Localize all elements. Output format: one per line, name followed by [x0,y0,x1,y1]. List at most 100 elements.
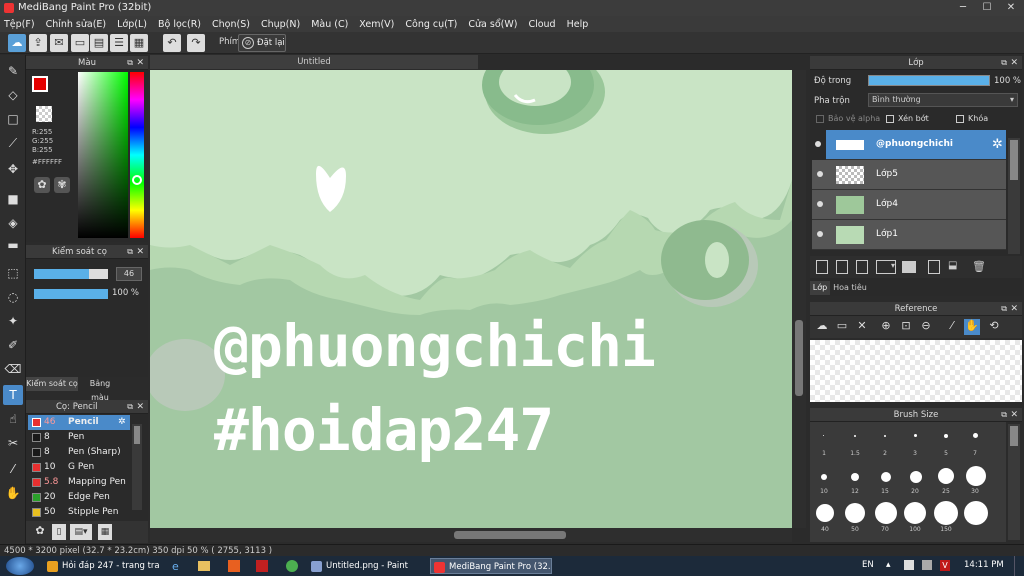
new-8bit-layer-icon[interactable] [856,260,868,274]
folder-icon[interactable] [902,261,916,273]
brush-size-dot[interactable] [854,435,856,437]
menu-cloud[interactable]: Cloud [528,19,555,30]
menu-color[interactable]: Màu (C) [311,19,348,30]
hand-icon[interactable]: ✋ [964,319,980,335]
menu-file[interactable]: Tệp(F) [4,19,35,30]
panel-close-icon[interactable]: ✕ [136,400,144,414]
menu-capture[interactable]: Chụp(N) [261,19,300,30]
brush-size-dot[interactable] [904,502,926,524]
brush-size-dot[interactable] [944,434,948,438]
brush-size-dot[interactable] [851,473,859,481]
eraser-tool-icon[interactable]: ◇ [3,85,23,105]
brush-settings-gear-icon[interactable]: ✲ [118,415,126,430]
layer-list-scrollbar[interactable] [1008,138,1020,254]
hue-slider[interactable] [130,72,144,238]
float-icon[interactable]: ⧉ [1001,408,1007,422]
menu-view[interactable]: Xem(V) [359,19,394,30]
brush-size-dot[interactable] [821,474,827,480]
tab-brush-control[interactable]: Kiểm soát cọ [26,377,78,391]
new-halftone-layer-icon[interactable] [836,260,848,274]
rotate-icon[interactable]: ⟲ [986,319,1002,335]
volume-icon[interactable] [922,560,932,570]
text-tool-icon[interactable]: T [3,385,23,405]
language-indicator[interactable]: EN [862,560,874,570]
brush-size-dot[interactable] [823,435,824,436]
menu-tools[interactable]: Công cụ(T) [405,19,457,30]
brush-item-g-pen[interactable]: 10 G Pen [28,460,130,475]
brush-item-mapping-pen[interactable]: 5.8 Mapping Pen [28,475,130,490]
comment-icon[interactable]: ✉ [50,34,68,52]
panel-close-icon[interactable]: ✕ [136,56,144,70]
folder-icon[interactable] [198,561,210,571]
minimize-button[interactable]: ─ [954,2,972,14]
brush-size-dot[interactable] [881,472,891,482]
cloud-icon[interactable]: ☁ [8,34,26,52]
brush-size-dot[interactable] [884,435,886,437]
clock[interactable]: 14:11 PM [964,560,1004,570]
brush-list-scrollbar[interactable] [132,424,142,510]
trash-icon[interactable]: 🗑 [972,260,986,274]
layer-settings-gear-icon[interactable]: ✲ [992,137,1003,152]
brush-size-dot[interactable] [966,466,986,486]
hue-handle[interactable] [132,175,142,185]
brush-size-dot[interactable] [964,501,988,525]
select-tool-icon[interactable]: ⬚ [3,263,23,283]
list-icon[interactable]: ☰ [110,34,128,52]
brush-size-dot[interactable] [973,433,978,438]
clip-checkbox[interactable] [886,115,894,123]
lasso-tool-icon[interactable]: ◌ [3,287,23,307]
ie-icon[interactable]: e [172,560,184,573]
brush-settings-icon[interactable]: ▦ [98,524,112,540]
brush-menu-icon[interactable]: ▤▾ [70,524,92,540]
lock-checkbox[interactable] [956,115,964,123]
antivirus-icon[interactable]: V [940,560,950,571]
background-color-swatch[interactable] [36,106,52,122]
tab-palette[interactable]: Bảng màu [80,377,120,402]
eyedropper-icon[interactable]: ⁄ [3,459,23,479]
close-button[interactable]: ✕ [1002,2,1020,14]
close-reference-icon[interactable]: ✕ [854,319,870,335]
brush-add-gear-icon[interactable]: ✿ [32,524,48,540]
layer-row-lop4[interactable]: Lớp4 [812,190,1006,220]
fill-rect-tool-icon[interactable]: ■ [3,189,23,209]
foreground-color-swatch[interactable] [32,76,48,92]
undo-icon[interactable]: ↶ [163,34,181,52]
start-button[interactable] [6,557,34,575]
export-icon[interactable]: ⇪ [29,34,47,52]
fit-icon[interactable]: ⊡ [898,319,914,335]
eye-icon[interactable] [815,141,821,147]
layer-row-lop1[interactable]: Lớp1 [812,220,1006,250]
float-icon[interactable]: ⧉ [127,56,133,70]
chrome-icon[interactable] [286,560,298,572]
operation-tool-icon[interactable]: ☝ [3,409,23,429]
brush-size-dot[interactable] [816,504,834,522]
select-pen-icon[interactable]: ✐ [3,335,23,355]
open-folder-icon[interactable]: ▭ [834,319,850,335]
brush-item-pen[interactable]: 8 Pen [28,430,130,445]
layer-row-text[interactable]: @phuongchichi ✲ [815,130,1006,160]
brush-size-scrollbar[interactable] [1008,424,1020,540]
move-tool-icon[interactable]: ✥ [3,159,23,179]
brush-size-value[interactable]: 46 [116,267,142,281]
brush-size-dot[interactable] [910,471,922,483]
layer-opacity-slider[interactable] [868,75,990,86]
zoom-out-icon[interactable]: ⊖ [918,319,934,335]
brush-size-slider[interactable] [34,269,108,279]
tray-expand-icon[interactable]: ▴ [886,560,891,570]
canvas[interactable]: @phuongchichi #hoidap247 [150,70,792,528]
new-layer-icon[interactable] [816,260,828,274]
float-icon[interactable]: ⧉ [127,400,133,414]
menu-select[interactable]: Chọn(S) [212,19,250,30]
hand-tool-icon[interactable]: ✋ [3,483,23,503]
bucket-tool-icon[interactable]: ◈ [3,213,23,233]
brush-tool-icon[interactable]: ✎ [3,61,23,81]
new-brush-icon[interactable]: ▯ [52,524,66,540]
eyedropper-icon[interactable]: ⁄ [944,319,960,335]
brush-opacity-slider[interactable] [34,289,108,299]
dot-tool-icon[interactable]: □ [3,109,23,129]
layer-add-menu-icon[interactable]: ▾ [876,260,896,274]
panel-close-icon[interactable]: ✕ [136,245,144,259]
eye-icon[interactable] [817,171,823,177]
layer-row-lop5[interactable]: Lớp5 [812,160,1006,190]
canvas-vertical-scrollbar[interactable] [792,70,806,528]
